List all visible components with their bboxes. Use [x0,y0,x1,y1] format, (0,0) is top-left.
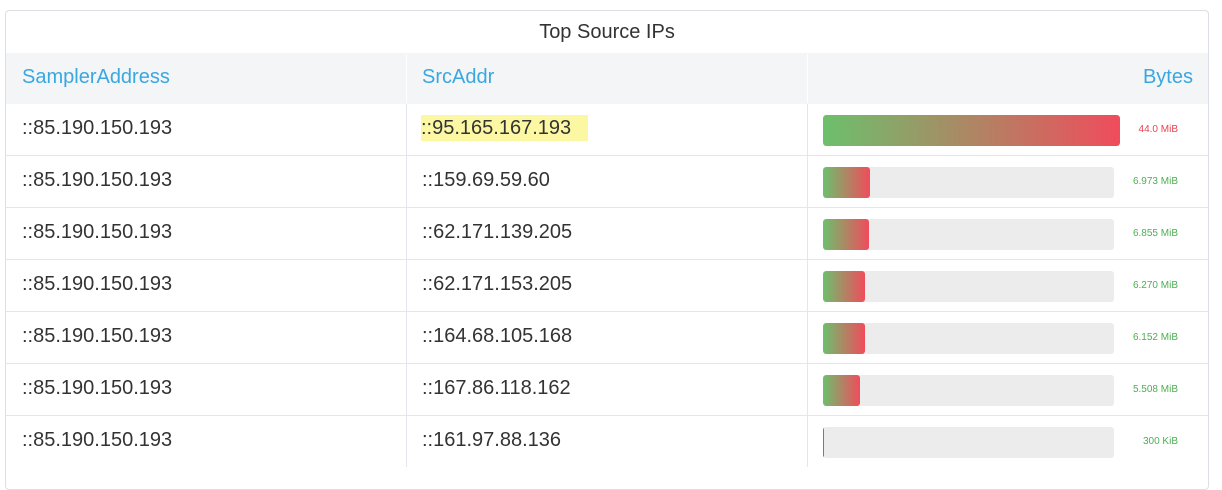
sampler-address-cell: ::85.190.150.193 [6,312,407,363]
bytes-value: 44.0 MiB [1138,124,1178,135]
src-addr-cell: ::95.165.167.193 [407,104,808,155]
highlighted-src-addr: ::95.165.167.193 [421,115,589,141]
bytes-bar-fill [823,375,860,406]
bytes-bar-track [823,115,1120,146]
column-header-bytes[interactable]: Bytes [808,54,1208,103]
sampler-address-cell: ::85.190.150.193 [6,104,407,155]
column-header-src-addr[interactable]: SrcAddr [407,54,808,103]
src-addr-cell: ::167.86.118.162 [407,364,808,415]
bytes-value: 6.973 MiB [1132,176,1178,187]
bytes-value: 6.270 MiB [1132,280,1178,291]
table-row: ::85.190.150.193 ::159.69.59.60 6.973 Mi… [6,155,1208,207]
table-row: ::85.190.150.193 ::164.68.105.168 6.152 … [6,311,1208,363]
bytes-value: 6.152 MiB [1132,332,1178,343]
src-addr-cell: ::164.68.105.168 [407,312,808,363]
bytes-bar-fill [823,115,1120,146]
bytes-bar-fill [823,219,869,250]
column-header-sampler-address[interactable]: SamplerAddress [6,54,407,103]
table-row: ::85.190.150.193 ::167.86.118.162 5.508 … [6,363,1208,415]
panel-title: Top Source IPs [539,21,675,43]
src-addr-cell: ::161.97.88.136 [407,416,808,467]
bytes-cell: 6.152 MiB [808,312,1208,363]
table-row: ::85.190.150.193 ::62.171.139.205 6.855 … [6,207,1208,259]
src-addr-cell: ::159.69.59.60 [407,156,808,207]
sampler-address-cell: ::85.190.150.193 [6,260,407,311]
bytes-bar-fill [823,271,865,302]
bytes-bar-fill [823,167,870,198]
bytes-bar-track [823,219,1114,250]
bytes-bar-track [823,271,1114,302]
src-addr-cell: ::62.171.139.205 [407,208,808,259]
bytes-bar-fill [823,427,824,458]
sampler-address-cell: ::85.190.150.193 [6,364,407,415]
src-addr-cell: ::62.171.153.205 [407,260,808,311]
sampler-address-cell: ::85.190.150.193 [6,416,407,467]
bytes-bar-track [823,375,1114,406]
bytes-value: 6.855 MiB [1132,228,1178,239]
table-row: ::85.190.150.193 ::161.97.88.136 300 KiB [6,415,1208,467]
top-source-ips-panel: Top Source IPs SamplerAddress SrcAddr By… [5,10,1209,490]
bytes-bar-track [823,427,1114,458]
table-row: ::85.190.150.193 ::95.165.167.193 44.0 M… [6,103,1208,155]
bytes-bar-fill [823,323,865,354]
bytes-bar-track [823,167,1114,198]
bytes-cell: 6.855 MiB [808,208,1208,259]
table-body: ::85.190.150.193 ::95.165.167.193 44.0 M… [6,103,1208,467]
sampler-address-cell: ::85.190.150.193 [6,156,407,207]
table-row: ::85.190.150.193 ::62.171.153.205 6.270 … [6,259,1208,311]
bytes-value: 5.508 MiB [1132,384,1178,395]
bytes-cell: 5.508 MiB [808,364,1208,415]
bytes-cell: 44.0 MiB [808,104,1208,155]
sampler-address-cell: ::85.190.150.193 [6,208,407,259]
bytes-cell: 300 KiB [808,416,1208,467]
bytes-cell: 6.270 MiB [808,260,1208,311]
table-header: SamplerAddress SrcAddr Bytes [6,53,1208,103]
bytes-cell: 6.973 MiB [808,156,1208,207]
bytes-bar-track [823,323,1114,354]
bytes-value: 300 KiB [1142,436,1178,447]
